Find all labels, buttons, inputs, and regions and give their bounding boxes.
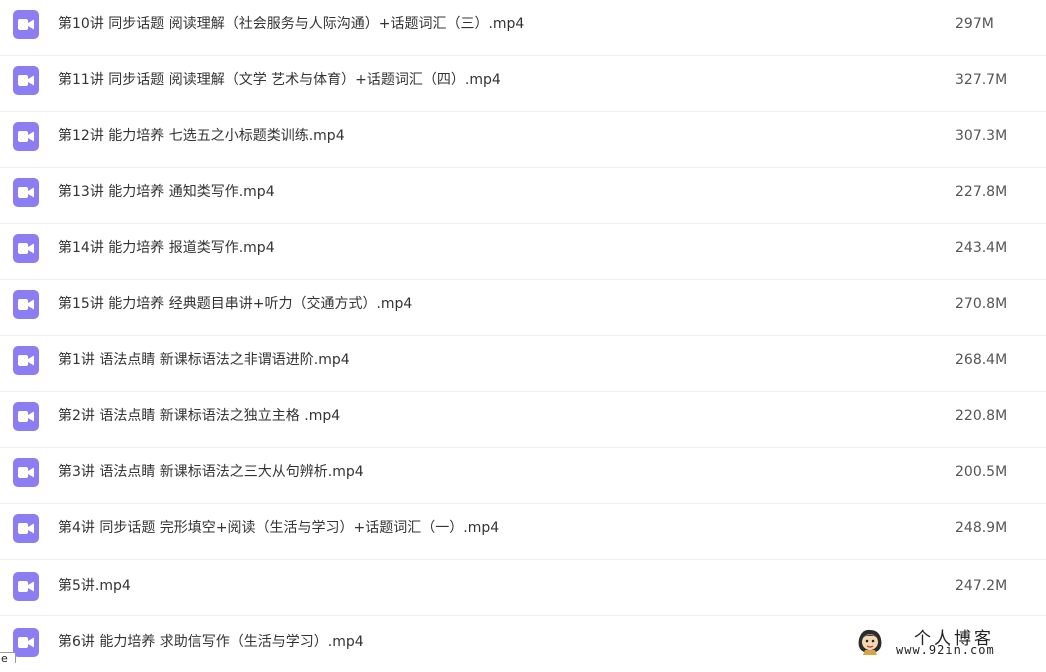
file-row[interactable]: 第14讲 能力培养 报道类写作.mp4 243.4M	[0, 224, 1046, 280]
video-file-icon	[13, 346, 39, 375]
video-file-icon	[13, 10, 39, 39]
file-name[interactable]: 第3讲 语法点睛 新课标语法之三大从句辨析.mp4	[58, 463, 364, 481]
video-file-icon	[13, 178, 39, 207]
file-row[interactable]: 第13讲 能力培养 通知类写作.mp4 227.8M	[0, 168, 1046, 224]
file-size: 307.3M	[955, 128, 1008, 144]
file-row[interactable]: 第2讲 语法点睛 新课标语法之独立主格 .mp4 220.8M	[0, 392, 1046, 448]
file-name[interactable]: 第5讲.mp4	[58, 577, 131, 595]
file-name[interactable]: 第1讲 语法点睛 新课标语法之非谓语进阶.mp4	[58, 351, 350, 369]
file-row[interactable]: 第10讲 同步话题 阅读理解（社会服务与人际沟通）+话题词汇（三）.mp4 29…	[0, 0, 1046, 56]
video-file-icon	[13, 66, 39, 95]
video-file-icon	[13, 402, 39, 431]
file-row[interactable]: 第12讲 能力培养 七选五之小标题类训练.mp4 307.3M	[0, 112, 1046, 168]
file-size: 227.8M	[955, 184, 1008, 200]
file-row[interactable]: 第1讲 语法点睛 新课标语法之非谓语进阶.mp4 268.4M	[0, 336, 1046, 392]
file-name[interactable]: 第2讲 语法点睛 新课标语法之独立主格 .mp4	[58, 407, 340, 425]
file-size: 327.7M	[955, 72, 1008, 88]
video-file-icon	[13, 514, 39, 543]
file-name[interactable]: 第10讲 同步话题 阅读理解（社会服务与人际沟通）+话题词汇（三）.mp4	[58, 15, 524, 33]
video-file-icon	[13, 458, 39, 487]
file-name[interactable]: 第4讲 同步话题 完形填空+阅读（生活与学习）+话题词汇（一）.mp4	[58, 519, 499, 537]
file-row[interactable]: 第11讲 同步话题 阅读理解（文学 艺术与体育）+话题词汇（四）.mp4 327…	[0, 56, 1046, 112]
file-row[interactable]: 第4讲 同步话题 完形填空+阅读（生活与学习）+话题词汇（一）.mp4 248.…	[0, 504, 1046, 560]
video-file-icon	[13, 628, 39, 657]
file-row[interactable]: 第3讲 语法点睛 新课标语法之三大从句辨析.mp4 200.5M	[0, 448, 1046, 504]
video-file-icon	[13, 290, 39, 319]
file-name[interactable]: 第14讲 能力培养 报道类写作.mp4	[58, 239, 275, 257]
mascot-icon	[856, 627, 884, 659]
video-file-icon	[13, 572, 39, 601]
file-size: 297M	[955, 16, 994, 32]
file-name[interactable]: 第12讲 能力培养 七选五之小标题类训练.mp4	[58, 127, 345, 145]
file-row[interactable]: 第5讲.mp4 247.2M	[0, 560, 1046, 616]
video-file-icon	[13, 122, 39, 151]
file-size: 243.4M	[955, 240, 1008, 256]
video-file-icon	[13, 234, 39, 263]
file-name[interactable]: 第6讲 能力培养 求助信写作（生活与学习）.mp4	[58, 633, 364, 651]
file-size: 248.9M	[955, 520, 1008, 536]
file-size: 270.8M	[955, 296, 1008, 312]
file-name[interactable]: 第13讲 能力培养 通知类写作.mp4	[58, 183, 275, 201]
file-name[interactable]: 第11讲 同步话题 阅读理解（文学 艺术与体育）+话题词汇（四）.mp4	[58, 71, 501, 89]
file-size: 268.4M	[955, 352, 1008, 368]
corner-tab[interactable]: e	[0, 652, 16, 663]
file-name[interactable]: 第15讲 能力培养 经典题目串讲+听力（交通方式）.mp4	[58, 295, 412, 313]
file-size: 247.2M	[955, 578, 1008, 594]
file-size: 200.5M	[955, 464, 1008, 480]
watermark: 个人博客 www.92in.com	[852, 622, 1042, 662]
file-row[interactable]: 第15讲 能力培养 经典题目串讲+听力（交通方式）.mp4 270.8M	[0, 280, 1046, 336]
watermark-url: www.92in.com	[896, 643, 995, 657]
file-size: 220.8M	[955, 408, 1008, 424]
